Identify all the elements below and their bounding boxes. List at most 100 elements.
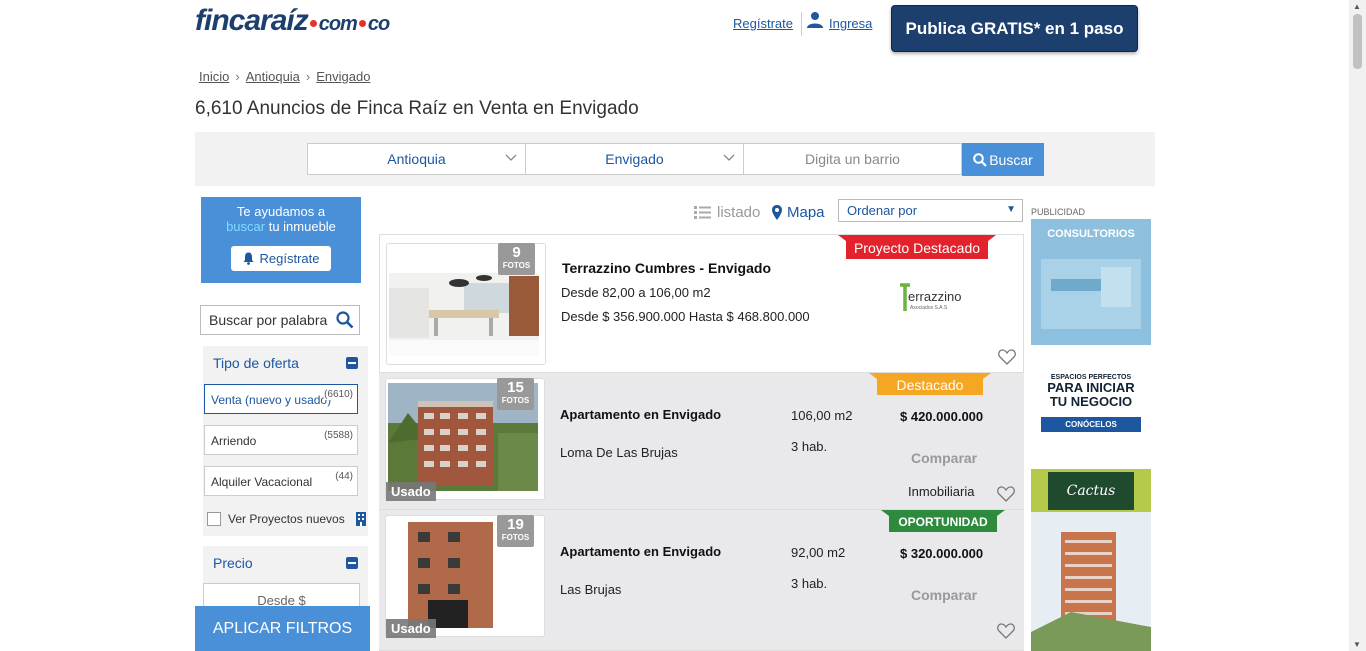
photo-count-badge: 9 FOTOS [498, 243, 535, 275]
listing-card[interactable]: 19 FOTOS Usado OPORTUNIDAD Apartamento e… [379, 510, 1024, 651]
breadcrumb-envigado[interactable]: Envigado [316, 69, 370, 84]
offer-option-venta[interactable]: Venta (nuevo y usado) (6610) [204, 384, 358, 414]
breadcrumb-antioquia[interactable]: Antioquia [246, 69, 300, 84]
collapse-icon[interactable] [346, 357, 358, 369]
search-icon [973, 152, 987, 167]
listing-card[interactable]: 9 FOTOS Proyecto Destacado Terrazzino Cu… [379, 234, 1024, 373]
department-select[interactable]: Antioquia [307, 143, 526, 175]
projects-checkbox[interactable] [207, 512, 221, 526]
listing-photo[interactable]: 15 FOTOS Usado [385, 378, 545, 501]
compare-button[interactable]: Comparar [911, 450, 977, 466]
breadcrumb-separator: › [235, 69, 240, 84]
ad3-logo: Cactus [1048, 472, 1134, 510]
ad-cactus[interactable]: Cactus [1031, 469, 1151, 651]
scroll-down-icon[interactable]: ▼ [1353, 640, 1361, 649]
page-scrollbar[interactable]: ▲ ▼ [1349, 0, 1366, 651]
map-pin-icon [772, 205, 782, 220]
favorite-heart-icon[interactable] [997, 623, 1015, 639]
favorite-heart-icon[interactable] [997, 486, 1015, 502]
company-sub: Asociados S.A.S [910, 305, 948, 311]
department-value: Antioquia [387, 151, 446, 167]
projects-checkbox-label: Ver Proyectos nuevos [228, 512, 345, 526]
ad2-line1: PARA INICIAR [1047, 380, 1135, 395]
city-select[interactable]: Envigado [525, 143, 744, 175]
listing-card[interactable]: 15 FOTOS Usado Destacado Apartamento en … [379, 373, 1024, 510]
publish-button[interactable]: Publica GRATIS* en 1 paso [891, 5, 1138, 52]
listing-rooms: 3 hab. [791, 439, 828, 454]
search-button[interactable]: Buscar [962, 143, 1044, 176]
ad2-button[interactable]: CONÓCELOS [1041, 417, 1141, 432]
listing-area: 92,00 m2 [791, 545, 846, 560]
search-button-label: Buscar [989, 151, 1033, 168]
breadcrumb-inicio[interactable]: Inicio [199, 69, 229, 84]
order-by-select[interactable]: Ordenar por ▼ [838, 199, 1023, 222]
keyword-placeholder: Buscar por palabra [209, 312, 328, 328]
offer-type-header[interactable]: Tipo de oferta [203, 346, 368, 380]
user-icon [807, 12, 823, 28]
list-icon [694, 206, 711, 219]
offer-type-title: Tipo de oferta [213, 355, 299, 371]
listing-title[interactable]: Terrazzino Cumbres - Envigado [562, 260, 771, 276]
help-register-label: Regístrate [259, 251, 320, 266]
chevron-down-icon [505, 154, 517, 161]
collapse-icon[interactable] [346, 557, 358, 569]
listing-photo[interactable]: 19 FOTOS Usado [385, 515, 545, 638]
help-highlight: buscar [226, 219, 266, 234]
offer-option-alquiler-vacacional[interactable]: Alquiler Vacacional (44) [204, 466, 358, 496]
logo-dot [309, 20, 317, 27]
apply-filters-button[interactable]: APLICAR FILTROS [195, 606, 370, 651]
ad2-line2: TU NEGOCIO [1049, 394, 1133, 409]
logo-com: com [318, 13, 358, 35]
offer-count: (6610) [324, 389, 353, 400]
company-name: errazzino [908, 289, 962, 304]
breadcrumb-separator: › [305, 69, 311, 84]
help-line2: buscar tu inmueble [201, 219, 361, 234]
register-link[interactable]: Regístrate [733, 16, 793, 31]
listing-area: 106,00 m2 [791, 408, 853, 423]
logo-dot-2 [358, 20, 366, 27]
map-view-toggle[interactable]: Mapa [772, 204, 825, 221]
offer-label: Alquiler Vacacional [211, 475, 313, 489]
listing-price: $ 420.000.000 [900, 409, 984, 424]
price-header[interactable]: Precio [203, 546, 368, 580]
map-view-label: Mapa [787, 204, 825, 221]
projects-checkbox-row[interactable]: Ver Proyectos nuevos [207, 512, 366, 526]
logo-co: co [367, 13, 390, 35]
photo-count-badge: 19 FOTOS [497, 515, 534, 547]
header-divider [801, 12, 802, 36]
listing-price: $ 320.000.000 [900, 546, 984, 561]
ad1-title: CONSULTORIOS [1047, 228, 1135, 240]
site-logo[interactable]: fincaraíz com co [195, 4, 390, 38]
listing-title[interactable]: Apartamento en Envigado [560, 407, 721, 422]
search-icon[interactable] [336, 311, 354, 329]
offer-option-arriendo[interactable]: Arriendo (5588) [204, 425, 358, 455]
company-logo[interactable]: errazzino Asociados S.A.S [898, 277, 968, 317]
scroll-up-icon[interactable]: ▲ [1353, 2, 1361, 11]
list-view-toggle[interactable]: listado [694, 204, 760, 221]
list-view-label: listado [717, 204, 761, 221]
listing-price-range: Desde $ 356.900.000 Hasta $ 468.800.000 [561, 309, 810, 324]
ad3-image [1031, 512, 1151, 651]
scrollbar-thumb[interactable] [1353, 14, 1362, 69]
offer-count: (5588) [324, 430, 353, 441]
help-register-button[interactable]: Regístrate [231, 246, 331, 271]
barrio-input[interactable]: Digita un barrio [743, 143, 962, 175]
price-title: Precio [213, 555, 253, 571]
city-value: Envigado [605, 151, 664, 167]
help-line1: Te ayudamos a [236, 204, 326, 219]
login-link[interactable]: Ingresa [829, 16, 872, 31]
listing-location: Las Brujas [560, 582, 622, 597]
compare-button[interactable]: Comparar [911, 587, 977, 603]
bell-icon [243, 252, 253, 265]
ad-consultorios[interactable]: CONSULTORIOS [1031, 219, 1151, 345]
listing-title[interactable]: Apartamento en Envigado [560, 544, 721, 559]
featured-badge: Destacado [896, 377, 964, 393]
keyword-search-input[interactable]: Buscar por palabra [200, 305, 360, 335]
listing-photo[interactable]: 9 FOTOS [386, 243, 546, 365]
offer-label: Arriendo [211, 434, 257, 448]
ad-negocio[interactable]: ESPACIOS PERFECTOS PARA INICIAR TU NEGOC… [1031, 345, 1151, 469]
offer-count: (44) [335, 471, 353, 482]
photo-count: 15 [507, 379, 524, 396]
favorite-heart-icon[interactable] [998, 349, 1016, 365]
page: fincaraíz com co Regístrate Ingresa Public… [0, 0, 1366, 651]
